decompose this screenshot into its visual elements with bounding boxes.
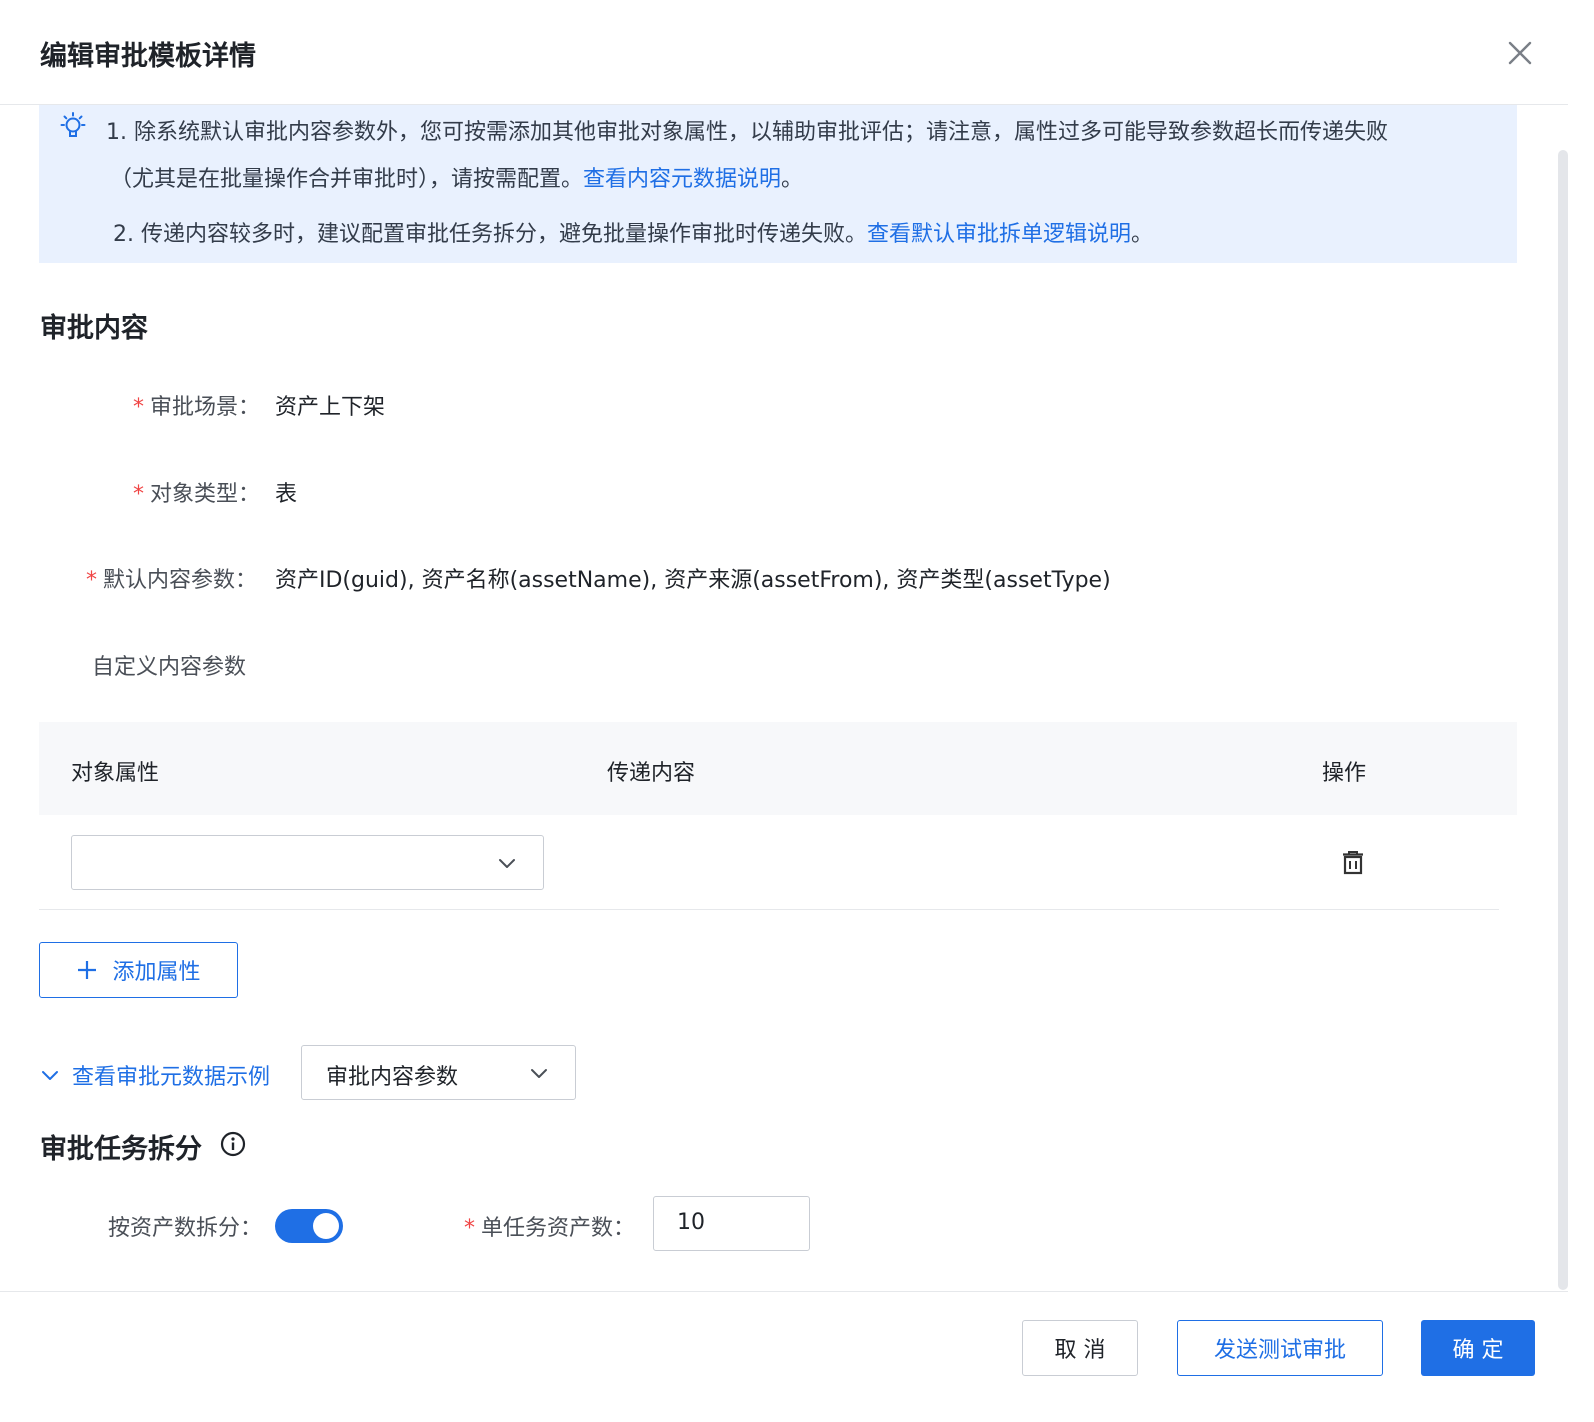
metadata-type-select[interactable]: 审批内容参数 (301, 1045, 576, 1100)
required-mark: * (133, 395, 144, 420)
default-params-label-text: 默认内容参数： (103, 568, 258, 593)
column-header-attribute: 对象属性 (71, 761, 160, 786)
per-task-input[interactable]: 10 (653, 1196, 810, 1251)
object-type-value: 表 (275, 482, 298, 507)
table-header (39, 722, 1517, 815)
dialog-title: 编辑审批模板详情 (40, 41, 256, 72)
close-icon[interactable] (1503, 36, 1537, 70)
notice-line-2: （尤其是在批量操作合并审批时），请按需配置。查看内容元数据说明。 (110, 161, 803, 193)
per-task-label: * 单任务资产数： (464, 1210, 635, 1242)
column-header-action: 操作 (1322, 761, 1367, 786)
per-task-value: 10 (677, 1210, 705, 1235)
scrollbar[interactable] (1558, 150, 1568, 1290)
footer-divider (0, 1291, 1568, 1292)
add-attribute-button[interactable]: 添加属性 (39, 942, 238, 998)
add-attribute-label: 添加属性 (112, 960, 201, 985)
split-by-asset-toggle[interactable] (275, 1209, 343, 1243)
chevron-down-icon (528, 1062, 550, 1088)
attribute-select[interactable] (71, 835, 544, 890)
split-logic-link[interactable]: 查看默认审批拆单逻辑说明 (867, 222, 1131, 247)
default-params-label: * 默认内容参数： (86, 562, 257, 594)
row-divider (39, 909, 1499, 910)
notice-line-1: 1. 除系统默认审批内容参数外，您可按需添加其他审批对象属性，以辅助审批评估；请… (106, 120, 1388, 145)
split-section-title: 审批任务拆分 (40, 1134, 202, 1165)
per-task-label-text: 单任务资产数： (481, 1216, 636, 1241)
metadata-example-label: 查看审批元数据示例 (72, 1065, 271, 1090)
custom-params-label: 自定义内容参数 (92, 655, 247, 680)
content-section-title: 审批内容 (40, 313, 148, 344)
notice-line-3: 2. 传递内容较多时，建议配置审批任务拆分，避免批量操作审批时传递失败。查看默认… (113, 216, 1153, 248)
chevron-down-icon (40, 1065, 60, 1085)
required-mark: * (133, 482, 144, 507)
metadata-type-value: 审批内容参数 (326, 1065, 459, 1090)
content-metadata-link[interactable]: 查看内容元数据说明 (583, 167, 781, 192)
notice-line-2-suffix: 。 (781, 167, 804, 192)
info-icon[interactable] (220, 1131, 246, 1161)
chevron-down-icon (496, 852, 518, 878)
split-by-asset-label: 按资产数拆分： (108, 1216, 263, 1241)
scene-label: * 审批场景： (133, 389, 260, 421)
notice-line-2-text: （尤其是在批量操作合并审批时），请按需配置。 (110, 167, 584, 192)
plus-icon (76, 959, 98, 981)
object-type-label: * 对象类型： (133, 476, 260, 508)
confirm-button[interactable]: 确 定 (1421, 1320, 1535, 1376)
scene-label-text: 审批场景： (150, 395, 261, 420)
column-header-content: 传递内容 (607, 761, 696, 786)
cancel-button[interactable]: 取 消 (1022, 1320, 1138, 1376)
required-mark: * (86, 568, 97, 593)
send-test-approval-button[interactable]: 发送测试审批 (1177, 1320, 1383, 1376)
notice-line-3-suffix: 。 (1131, 222, 1154, 247)
notice-line-3-text: 2. 传递内容较多时，建议配置审批任务拆分，避免批量操作审批时传递失败。 (113, 222, 867, 247)
object-type-label-text: 对象类型： (150, 482, 261, 507)
lightbulb-icon (60, 112, 86, 142)
delete-icon[interactable] (1342, 851, 1364, 879)
required-mark: * (464, 1216, 475, 1241)
toggle-knob (313, 1213, 339, 1239)
default-params-value: 资产ID(guid), 资产名称(assetName), 资产来源(assetF… (275, 568, 1111, 593)
scene-value: 资产上下架 (275, 395, 386, 420)
metadata-example-toggle[interactable]: 查看审批元数据示例 (40, 1059, 270, 1091)
